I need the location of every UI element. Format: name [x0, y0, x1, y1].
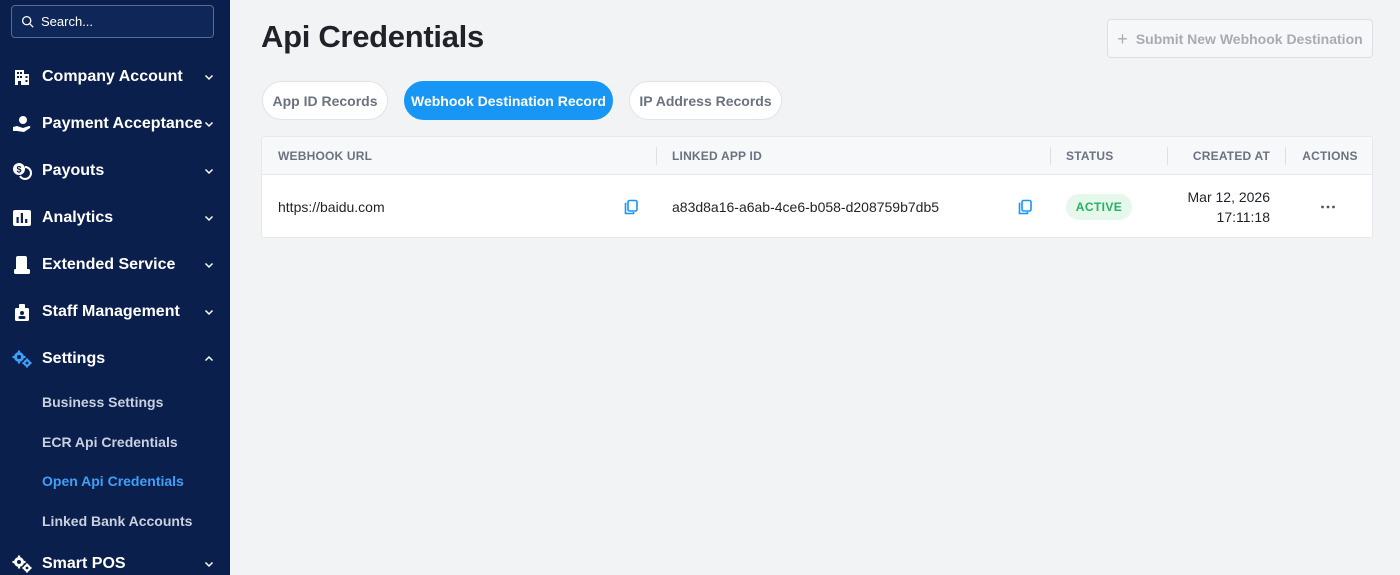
- sub-ecr-api-credentials[interactable]: ECR Api Credentials: [42, 434, 178, 450]
- search-icon: [21, 15, 34, 28]
- chevron-up-icon: [203, 353, 215, 365]
- staff-icon: [11, 301, 33, 323]
- chevron-down-icon: [203, 306, 215, 318]
- created-time: 17:11:18: [1216, 209, 1270, 225]
- copy-icon[interactable]: [1017, 199, 1033, 215]
- chevron-down-icon: [203, 118, 215, 130]
- sidebar: Company Account Payment Acceptance $ Pay…: [0, 0, 230, 575]
- nav-staff-management[interactable]: Staff Management: [0, 292, 230, 332]
- column-divider: [656, 147, 657, 165]
- created-date: Mar 12, 2026: [1187, 189, 1271, 205]
- nav-label: Extended Service: [42, 256, 176, 273]
- main-content: Api Credentials + Submit New Webhook Des…: [230, 0, 1400, 575]
- col-webhook-url: WEBHOOK URL: [278, 149, 373, 163]
- cell-webhook-url: https://baidu.com: [278, 198, 385, 215]
- column-divider: [1050, 147, 1051, 165]
- nav-extended-service[interactable]: Extended Service: [0, 245, 230, 285]
- gears-icon: [11, 553, 33, 575]
- status-badge: ACTIVE: [1066, 194, 1132, 220]
- chevron-down-icon: [203, 71, 215, 83]
- more-actions-icon[interactable]: [1320, 199, 1336, 215]
- nav-label: Smart POS: [42, 555, 126, 572]
- nav-label: Staff Management: [42, 303, 180, 320]
- table-header: WEBHOOK URL LINKED APP ID STATUS CREATED…: [262, 137, 1372, 175]
- chevron-down-icon: [203, 165, 215, 177]
- device-icon: [11, 254, 33, 276]
- cell-created-at: Mar 12, 2026 17:11:18: [1132, 187, 1271, 227]
- cell-linked-app-id: a83d8a16-a6ab-4ce6-b058-d208759b7db5: [672, 198, 940, 215]
- webhook-table: WEBHOOK URL LINKED APP ID STATUS CREATED…: [261, 136, 1373, 238]
- plus-icon: +: [1117, 28, 1128, 49]
- nav-settings[interactable]: Settings: [0, 339, 230, 379]
- nav-label: Payouts: [42, 162, 105, 179]
- search-box[interactable]: [11, 5, 214, 38]
- coins-icon: $: [11, 160, 33, 182]
- chevron-down-icon: [203, 259, 215, 271]
- building-icon: [11, 66, 33, 88]
- hand-payment-icon: [11, 113, 33, 135]
- gears-icon: [11, 348, 33, 370]
- col-actions: ACTIONS: [1302, 149, 1358, 163]
- submit-webhook-button[interactable]: + Submit New Webhook Destination: [1107, 19, 1373, 58]
- nav-smart-pos[interactable]: Smart POS: [0, 544, 230, 575]
- nav-payouts[interactable]: $ Payouts: [0, 151, 230, 191]
- col-status: STATUS: [1066, 149, 1114, 163]
- sub-business-settings[interactable]: Business Settings: [42, 394, 163, 410]
- nav-label: Payment Acceptance: [42, 115, 203, 132]
- copy-icon[interactable]: [623, 199, 639, 215]
- sub-open-api-credentials[interactable]: Open Api Credentials: [42, 473, 184, 489]
- page-title: Api Credentials: [261, 19, 484, 54]
- nav-label: Settings: [42, 350, 106, 367]
- col-created-at: CREATED AT: [1192, 149, 1270, 163]
- submit-webhook-label: Submit New Webhook Destination: [1135, 30, 1363, 47]
- nav-payment-acceptance[interactable]: Payment Acceptance: [0, 104, 230, 144]
- tab-ip-address-records[interactable]: IP Address Records: [629, 81, 782, 120]
- nav-analytics[interactable]: Analytics: [0, 198, 230, 238]
- nav-label: Company Account: [42, 68, 183, 85]
- bar-chart-icon: [11, 207, 33, 229]
- nav-company-account[interactable]: Company Account: [0, 57, 230, 97]
- col-linked-app-id: LINKED APP ID: [672, 149, 762, 163]
- search-input[interactable]: [41, 14, 211, 29]
- chevron-down-icon: [203, 212, 215, 224]
- nav-label: Analytics: [42, 209, 114, 226]
- tab-webhook-destination-record[interactable]: Webhook Destination Record: [404, 81, 613, 120]
- tab-app-id-records[interactable]: App ID Records: [262, 81, 388, 120]
- sub-linked-bank-accounts[interactable]: Linked Bank Accounts: [42, 513, 192, 529]
- chevron-down-icon: [203, 558, 215, 570]
- svg-text:$: $: [16, 165, 21, 175]
